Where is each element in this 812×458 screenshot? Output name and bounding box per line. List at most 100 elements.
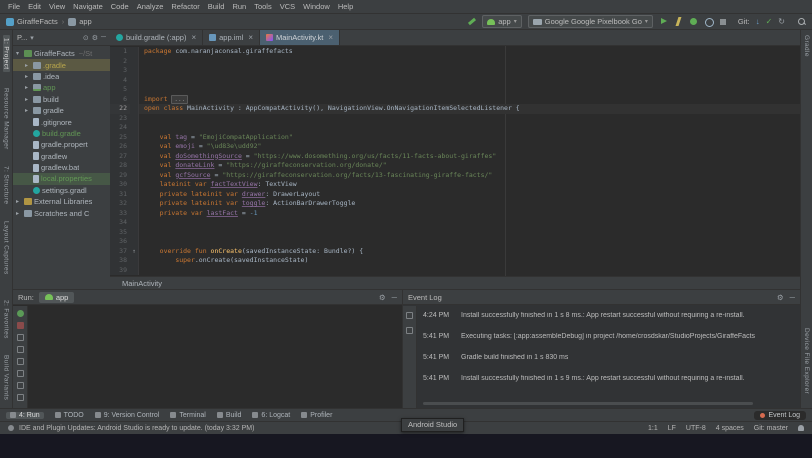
editor-breadcrumb[interactable]: MainActivity	[122, 279, 162, 288]
line-number[interactable]: 26	[110, 142, 130, 152]
tool-button-gradle[interactable]: Gradle	[803, 35, 810, 57]
close-icon[interactable]: ×	[328, 33, 333, 42]
log-settings-icon[interactable]	[406, 327, 413, 334]
line-number[interactable]: 2	[110, 57, 130, 67]
code-line[interactable]: 37↑ override fun onCreate(savedInstanceS…	[110, 247, 800, 257]
locate-icon[interactable]: ⊙	[83, 34, 89, 42]
tool-button-profiler[interactable]: Profiler	[301, 412, 332, 419]
settings-gear-icon[interactable]: ⚙	[379, 293, 386, 302]
expand-arrow-icon[interactable]: ▸	[16, 198, 22, 205]
menu-help[interactable]: Help	[334, 2, 357, 11]
menu-run[interactable]: Run	[228, 2, 250, 11]
tree-item-scratches-and-c[interactable]: ▸Scratches and C	[13, 207, 110, 218]
override-marker-icon[interactable]: ↑	[130, 247, 139, 257]
tree-item-gradlew[interactable]: gradlew	[13, 151, 110, 162]
tool-button-2-favorites[interactable]: 2: Favorites	[3, 300, 10, 339]
code-line[interactable]: 38 super.onCreate(savedInstanceState)	[110, 256, 800, 266]
breadcrumb-module[interactable]: app	[79, 17, 92, 26]
line-number[interactable]: 34	[110, 218, 130, 228]
status-message[interactable]: IDE and Plugin Updates: Android Studio i…	[19, 425, 254, 432]
menu-analyze[interactable]: Analyze	[133, 2, 168, 11]
git-branch[interactable]: Git: master	[754, 425, 788, 432]
line-number[interactable]: 27	[110, 152, 130, 162]
git-update-button[interactable]: ↓	[756, 17, 760, 26]
tree-item-gradle-propert[interactable]: gradle.propert	[13, 139, 110, 150]
run-console[interactable]	[29, 306, 402, 408]
code-line[interactable]: 2	[110, 57, 800, 67]
settings-icon[interactable]	[17, 382, 24, 389]
tree-item-settings-gradl[interactable]: settings.gradl	[13, 185, 110, 196]
code-line[interactable]: 35	[110, 228, 800, 238]
code-line[interactable]: 23	[110, 114, 800, 124]
code-line[interactable]: 29 val gcfSource = "https://giraffeconse…	[110, 171, 800, 181]
down-icon[interactable]	[17, 358, 24, 365]
menu-view[interactable]: View	[45, 2, 69, 11]
tool-button-7-structure[interactable]: 7: Structure	[3, 166, 10, 204]
menu-code[interactable]: Code	[107, 2, 133, 11]
code-line[interactable]: 1package com.naranjaconsal.giraffefacts	[110, 47, 800, 57]
line-separator[interactable]: LF	[668, 425, 676, 432]
line-number[interactable]: 24	[110, 123, 130, 133]
code-line[interactable]: 4	[110, 76, 800, 86]
pin-icon[interactable]	[17, 334, 24, 341]
tree-item-gitignore[interactable]: .gitignore	[13, 116, 110, 127]
menu-navigate[interactable]: Navigate	[69, 2, 107, 11]
code-line[interactable]: 25 val tag = "EmojiCompatApplication"	[110, 133, 800, 143]
line-number[interactable]: 4	[110, 76, 130, 86]
line-number[interactable]: 25	[110, 133, 130, 143]
git-rollback-button[interactable]: ↻	[778, 17, 785, 26]
menu-window[interactable]: Window	[299, 2, 334, 11]
minimize-panel-icon[interactable]: ─	[790, 293, 795, 302]
tool-button-device-file-explorer[interactable]: Device File Explorer	[803, 328, 810, 394]
tool-button-build-variants[interactable]: Build Variants	[3, 355, 10, 400]
tree-item-gradlew-bat[interactable]: gradlew.bat	[13, 162, 110, 173]
line-number[interactable]: 30	[110, 180, 130, 190]
line-number[interactable]: 35	[110, 228, 130, 238]
code-editor[interactable]: 1package com.naranjaconsal.giraffefacts2…	[110, 46, 800, 276]
line-number[interactable]: 31	[110, 190, 130, 200]
run-button[interactable]	[659, 17, 668, 26]
apply-changes-button[interactable]	[674, 17, 683, 26]
tool-button-terminal[interactable]: Terminal	[170, 412, 205, 419]
line-number[interactable]: 1	[110, 47, 130, 57]
chevron-down-icon[interactable]: ▾	[30, 34, 34, 42]
hide-panel-icon[interactable]: ─	[101, 34, 106, 41]
tree-item-giraffefacts[interactable]: ▾GiraffeFacts~/St	[13, 48, 110, 59]
indent-setting[interactable]: 4 spaces	[716, 425, 744, 432]
menu-file[interactable]: File	[4, 2, 24, 11]
expand-arrow-icon[interactable]: ▸	[25, 107, 31, 114]
tree-item-gradle[interactable]: ▸gradle	[13, 105, 110, 116]
minimize-panel-icon[interactable]: ─	[392, 293, 397, 302]
code-line[interactable]: 36	[110, 237, 800, 247]
project-panel-title[interactable]: P...	[17, 33, 27, 42]
line-number[interactable]: 29	[110, 171, 130, 181]
notifications-bell-icon[interactable]	[798, 425, 804, 431]
line-number[interactable]: 33	[110, 209, 130, 219]
line-number[interactable]: 39	[110, 266, 130, 276]
debug-button[interactable]	[689, 17, 698, 26]
stop-button[interactable]	[719, 17, 728, 26]
tree-item-idea[interactable]: ▸.idea	[13, 71, 110, 82]
update-icon[interactable]	[8, 425, 14, 431]
close-icon[interactable]: ×	[248, 33, 253, 42]
expand-arrow-icon[interactable]: ▸	[25, 84, 31, 91]
run-config-selector[interactable]: app ▾	[482, 15, 522, 28]
tree-item-local-properties[interactable]: local.properties	[13, 173, 110, 184]
menu-build[interactable]: Build	[204, 2, 229, 11]
build-hammer-icon[interactable]	[467, 17, 476, 26]
rerun-icon[interactable]	[17, 310, 24, 317]
run-tab-app[interactable]: app	[39, 292, 75, 303]
line-number[interactable]: 5	[110, 85, 130, 95]
code-line[interactable]: 28 val donateLink = "https://giraffecons…	[110, 161, 800, 171]
code-line[interactable]: 27 val doSomethingSource = "https://www.…	[110, 152, 800, 162]
line-number[interactable]: 6	[110, 95, 130, 105]
code-line[interactable]: 30 lateinit var factTextView: TextView	[110, 180, 800, 190]
profile-button[interactable]	[704, 17, 713, 26]
line-number[interactable]: 28	[110, 161, 130, 171]
line-number[interactable]: 32	[110, 199, 130, 209]
editor-tab-mainactivity-kt[interactable]: MainActivity.kt×	[260, 30, 340, 45]
menu-edit[interactable]: Edit	[24, 2, 45, 11]
tree-item-build[interactable]: ▸build	[13, 94, 110, 105]
line-number[interactable]: 38	[110, 256, 130, 266]
search-icon[interactable]	[797, 17, 806, 26]
